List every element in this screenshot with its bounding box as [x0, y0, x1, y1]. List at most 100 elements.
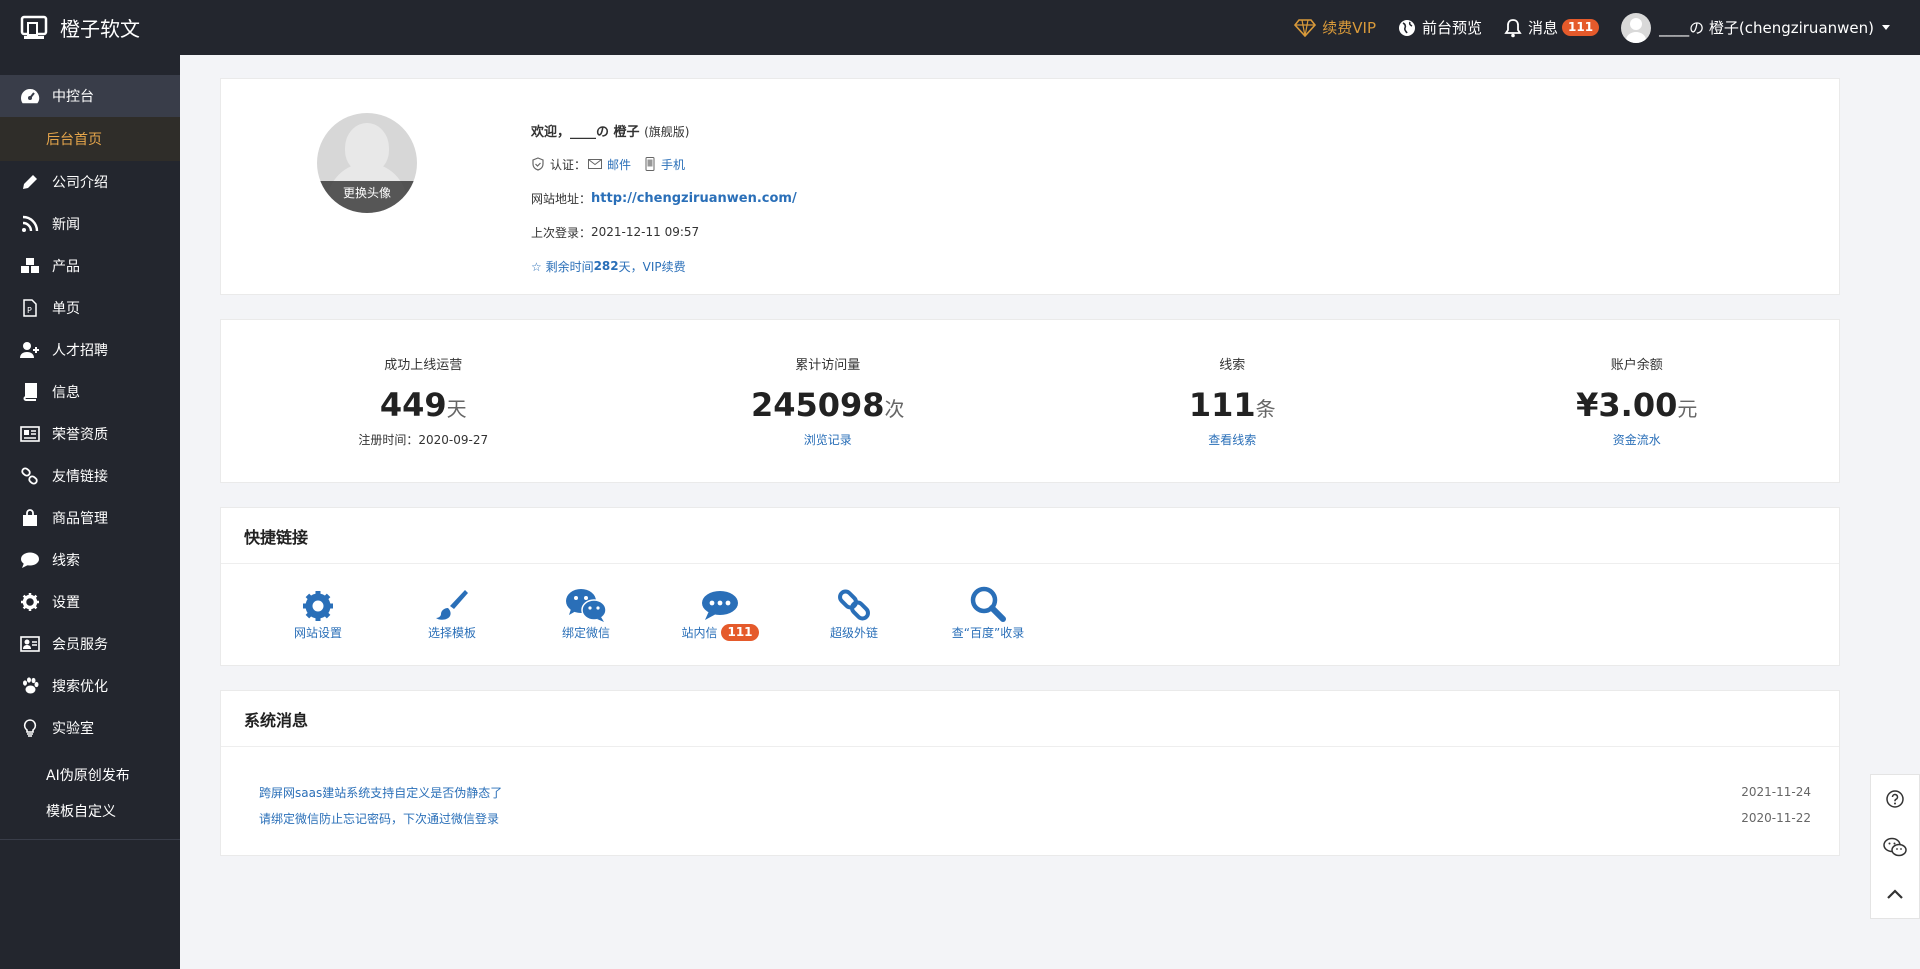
- phone-icon: [645, 157, 655, 171]
- quick-site-settings[interactable]: 网站设置: [251, 584, 385, 641]
- renew-vip-button[interactable]: 续费VIP: [1294, 17, 1376, 38]
- verify-email-link[interactable]: 邮件: [607, 156, 631, 173]
- quick-links-card: 快捷链接 网站设置 选择模板 绑定微信 站内信 111 超级外链 查“百度”收录: [220, 507, 1840, 666]
- quick-site-messages[interactable]: 站内信 111: [653, 584, 787, 641]
- system-messages-card: 系统消息 跨屏网saas建站系统支持自定义是否伪静态了 2021-11-24 请…: [220, 690, 1840, 856]
- sidebar-item-membership[interactable]: 会员服务: [0, 623, 180, 665]
- sidebar-sub-ai-rewrite[interactable]: AI伪原创发布: [0, 757, 180, 793]
- message-link[interactable]: 跨屏网saas建站系统支持自定义是否伪静态了: [259, 784, 502, 801]
- welcome-name: 欢迎，____の 橙子: [531, 124, 640, 140]
- message-link[interactable]: 请绑定微信防止忘记密码，下次通过微信登录: [259, 810, 499, 827]
- sidebar-item-news[interactable]: 新闻: [0, 203, 180, 245]
- fund-flow-link[interactable]: 资金流水: [1435, 431, 1840, 448]
- messages-count-badge: 111: [1562, 19, 1600, 36]
- stat-value: 111: [1188, 386, 1256, 424]
- page-icon: P: [20, 298, 40, 318]
- remain-suffix: 天，VIP续费: [618, 259, 686, 274]
- profile-info: 欢迎，____の 橙子 (旗舰版) 认证： 邮件 手机 网站地址： http:/…: [531, 113, 797, 283]
- sidebar-item-info[interactable]: 信息: [0, 371, 180, 413]
- monitor-logo-icon: [20, 15, 48, 39]
- back-to-top-button[interactable]: [1870, 870, 1920, 918]
- vip-renew-link[interactable]: ☆ 剩余时间 282 天，VIP续费: [531, 249, 797, 283]
- sidebar-item-goods[interactable]: 商品管理: [0, 497, 180, 539]
- paintbrush-icon: [436, 590, 468, 620]
- profile-avatar[interactable]: 更换头像: [317, 113, 417, 213]
- stat-title: 账户余额: [1610, 358, 1663, 373]
- quick-label: 网站设置: [293, 626, 342, 640]
- last-login-value: 2021-12-11 09:57: [591, 225, 700, 239]
- site-url-link[interactable]: http://chengziruanwen.com/: [591, 191, 797, 206]
- lightbulb-icon: [20, 718, 40, 738]
- stat-title: 累计访问量: [795, 358, 861, 373]
- edition-label: (旗舰版): [644, 124, 690, 139]
- stat-unit: 次: [884, 397, 905, 421]
- brand[interactable]: 橙子软文: [0, 13, 180, 42]
- verify-phone-link[interactable]: 手机: [661, 156, 685, 173]
- stat-sub: 注册时间：2020-09-27: [358, 433, 489, 447]
- messages-label: 消息: [1528, 19, 1559, 37]
- quick-label: 选择模板: [427, 626, 476, 640]
- sidebar-item-links[interactable]: 友情链接: [0, 455, 180, 497]
- user-menu[interactable]: ____の 橙子(chengziruanwen): [1621, 12, 1890, 43]
- stat-visits: 累计访问量 245098次 浏览记录: [626, 320, 1031, 482]
- sidebar-item-label: 实验室: [52, 721, 94, 737]
- sidebar-item-label: 新闻: [52, 217, 80, 233]
- stat-balance: 账户余额 ¥3.00元 资金流水: [1435, 320, 1840, 482]
- sidebar-item-dashboard[interactable]: 中控台: [0, 75, 180, 117]
- sidebar-item-label: 友情链接: [52, 469, 108, 485]
- rss-icon: [20, 214, 40, 234]
- help-button[interactable]: [1870, 775, 1920, 823]
- welcome-text: 欢迎，____の 橙子 (旗舰版): [531, 121, 689, 140]
- sidebar-item-settings[interactable]: 设置: [0, 581, 180, 623]
- messages-count-badge: 111: [721, 624, 759, 641]
- diamond-icon: [1294, 18, 1317, 37]
- browse-records-link[interactable]: 浏览记录: [626, 431, 1031, 448]
- mail-icon: [588, 159, 603, 169]
- sidebar: 中控台 后台首页 公司介绍 新闻 产品 P 单页 人才招聘 信息 荣誉资质 友情…: [0, 55, 180, 969]
- sidebar-item-label: 中控台: [52, 89, 94, 105]
- quick-label: 站内信: [681, 626, 718, 640]
- list-item: 跨屏网saas建站系统支持自定义是否伪静态了 2021-11-24: [259, 779, 1811, 805]
- gear-icon: [303, 591, 333, 621]
- quick-label: 查“百度”收录: [951, 626, 1025, 640]
- frontend-preview-button[interactable]: 前台预览: [1398, 17, 1482, 38]
- remain-prefix: ☆ 剩余时间: [531, 259, 594, 274]
- stat-online-days: 成功上线运营 449天 注册时间：2020-09-27: [221, 320, 626, 482]
- sidebar-item-label: 会员服务: [52, 637, 108, 653]
- quick-choose-template[interactable]: 选择模板: [385, 584, 519, 641]
- user-name: ____の 橙子(chengziruanwen): [1659, 19, 1874, 37]
- stat-value: ¥3.00: [1576, 386, 1678, 424]
- sidebar-item-seo[interactable]: 搜索优化: [0, 665, 180, 707]
- sidebar-item-honors[interactable]: 荣誉资质: [0, 413, 180, 455]
- wechat-button[interactable]: [1870, 823, 1920, 871]
- stats-card: 成功上线运营 449天 注册时间：2020-09-27 累计访问量 245098…: [220, 319, 1840, 483]
- sidebar-item-label: 线索: [52, 553, 80, 569]
- cubes-icon: [20, 256, 40, 276]
- sidebar-item-company[interactable]: 公司介绍: [0, 161, 180, 203]
- brand-name: 橙子软文: [60, 17, 140, 41]
- quick-bind-wechat[interactable]: 绑定微信: [519, 584, 653, 641]
- sidebar-sub-home[interactable]: 后台首页: [0, 117, 180, 161]
- quick-baidu-index[interactable]: 查“百度”收录: [921, 584, 1055, 641]
- wechat-icon: [1883, 837, 1907, 856]
- sidebar-sub-template-custom[interactable]: 模板自定义: [0, 793, 180, 829]
- stat-unit: 条: [1255, 397, 1276, 421]
- change-avatar-button[interactable]: 更换头像: [317, 181, 417, 213]
- sidebar-item-leads[interactable]: 线索: [0, 539, 180, 581]
- sidebar-item-single-page[interactable]: P 单页: [0, 287, 180, 329]
- stat-leads: 线索 111条 查看线索: [1030, 320, 1435, 482]
- stat-value: 449: [379, 386, 447, 424]
- sidebar-item-lab[interactable]: 实验室: [0, 707, 180, 749]
- profile-card: 更换头像 欢迎，____の 橙子 (旗舰版) 认证： 邮件 手机 网站地址： h…: [220, 78, 1840, 295]
- messages-button[interactable]: 消息 111: [1504, 17, 1600, 38]
- view-leads-link[interactable]: 查看线索: [1030, 431, 1435, 448]
- sidebar-item-products[interactable]: 产品: [0, 245, 180, 287]
- sidebar-item-recruit[interactable]: 人才招聘: [0, 329, 180, 371]
- svg-text:P: P: [27, 306, 32, 315]
- quick-super-links[interactable]: 超级外链: [787, 584, 921, 641]
- sidebar-item-label: 单页: [52, 301, 80, 317]
- sidebar-item-label: 信息: [52, 385, 80, 401]
- top-bar: 橙子软文 续费VIP 前台预览 消息 111 ____の 橙子(chengzir…: [0, 0, 1920, 55]
- system-messages-title: 系统消息: [221, 691, 1839, 747]
- quick-links-title: 快捷链接: [221, 508, 1839, 564]
